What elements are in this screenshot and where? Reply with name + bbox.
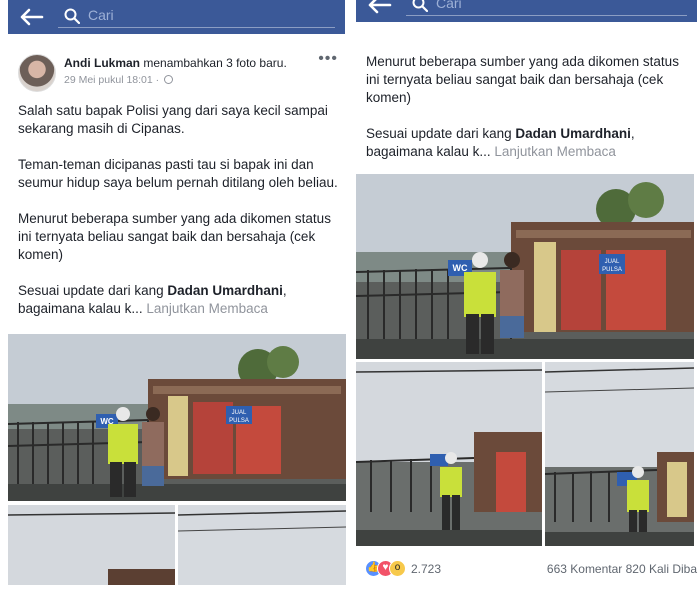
post-photo-thumb-2[interactable] [178,505,346,585]
pulsa-sign-text: PULSA [602,267,622,273]
post-action: menambahkan 3 foto baru. [143,56,287,70]
see-more-link[interactable]: Lanjutkan Membaca [494,144,616,159]
wc-sign-text: WC [453,263,468,273]
update-prefix: Sesuai update dari kang [366,126,516,141]
right-screenshot-panel: Cari Menurut beberapa sumber yang ada di… [353,0,700,589]
post-timestamp[interactable]: 29 Mei pukul 18:01 [64,74,153,86]
post-photo-thumb-1[interactable] [356,362,542,546]
globe-icon [164,75,174,84]
search-icon [412,0,428,12]
see-more-link[interactable]: Lanjutkan Membaca [146,301,268,316]
navigation-bar: Cari [8,0,345,34]
back-arrow-icon[interactable] [18,7,44,27]
post-meta: 29 Mei pukul 18:01 · [64,74,174,86]
post-paragraph: Teman-teman dicipanas pasti tau si bapak… [18,157,338,190]
post-paragraph: Menurut beberapa sumber yang ada dikomen… [18,211,331,262]
jual-sign-text: JUAL [232,410,247,416]
post-photo-thumb-1[interactable] [8,505,175,585]
wow-reaction-icon[interactable]: o [389,560,406,577]
avatar[interactable] [18,54,56,92]
post-update-paragraph: Sesuai update dari kang Dadan Umardhani,… [366,125,696,161]
post-body: Menurut beberapa sumber yang ada dikomen… [366,53,696,179]
comments-shares-count[interactable]: 663 Komentar 820 Kali Diba [547,562,697,576]
search-input[interactable]: Cari [58,4,335,28]
more-options-icon[interactable]: ••• [318,50,338,68]
post-header: Andi Lukman menambahkan 3 foto baru. 29 … [8,48,346,94]
search-placeholder: Cari [88,7,114,23]
back-arrow-icon[interactable] [366,0,392,15]
navigation-bar: Cari [356,0,697,22]
search-input[interactable]: Cari [406,0,687,16]
mentioned-user-link[interactable]: Dadan Umardhani [167,283,283,298]
post-photo-thumb-2[interactable] [545,362,694,546]
search-icon [64,8,80,24]
post-paragraph: Menurut beberapa sumber yang ada dikomen… [366,54,679,105]
post-paragraph: Salah satu bapak Polisi yang dari saya k… [18,103,328,136]
jual-sign-text: JUAL [605,259,620,265]
post-photo-main[interactable]: WC JUAL PULSA [8,334,346,501]
reactions-bar: 👍 ♥ o 2.723 663 Komentar 820 Kali Diba [363,557,697,581]
post-update-paragraph: Sesuai update dari kang Dadan Umardhani,… [18,282,343,318]
reaction-count[interactable]: 2.723 [411,562,441,576]
post-body: Salah satu bapak Polisi yang dari saya k… [18,102,343,336]
author-line: Andi Lukman menambahkan 3 foto baru. [64,56,287,70]
author-name[interactable]: Andi Lukman [64,56,140,70]
mentioned-user-link[interactable]: Dadan Umardhani [515,126,631,141]
post-photo-main[interactable]: WC JUAL PULSA [356,174,694,359]
update-prefix: Sesuai update dari kang [18,283,168,298]
left-screenshot-panel: Cari Andi Lukman menambahkan 3 foto baru… [0,0,349,589]
search-placeholder: Cari [436,0,462,11]
pulsa-sign-text: PULSA [229,418,249,424]
